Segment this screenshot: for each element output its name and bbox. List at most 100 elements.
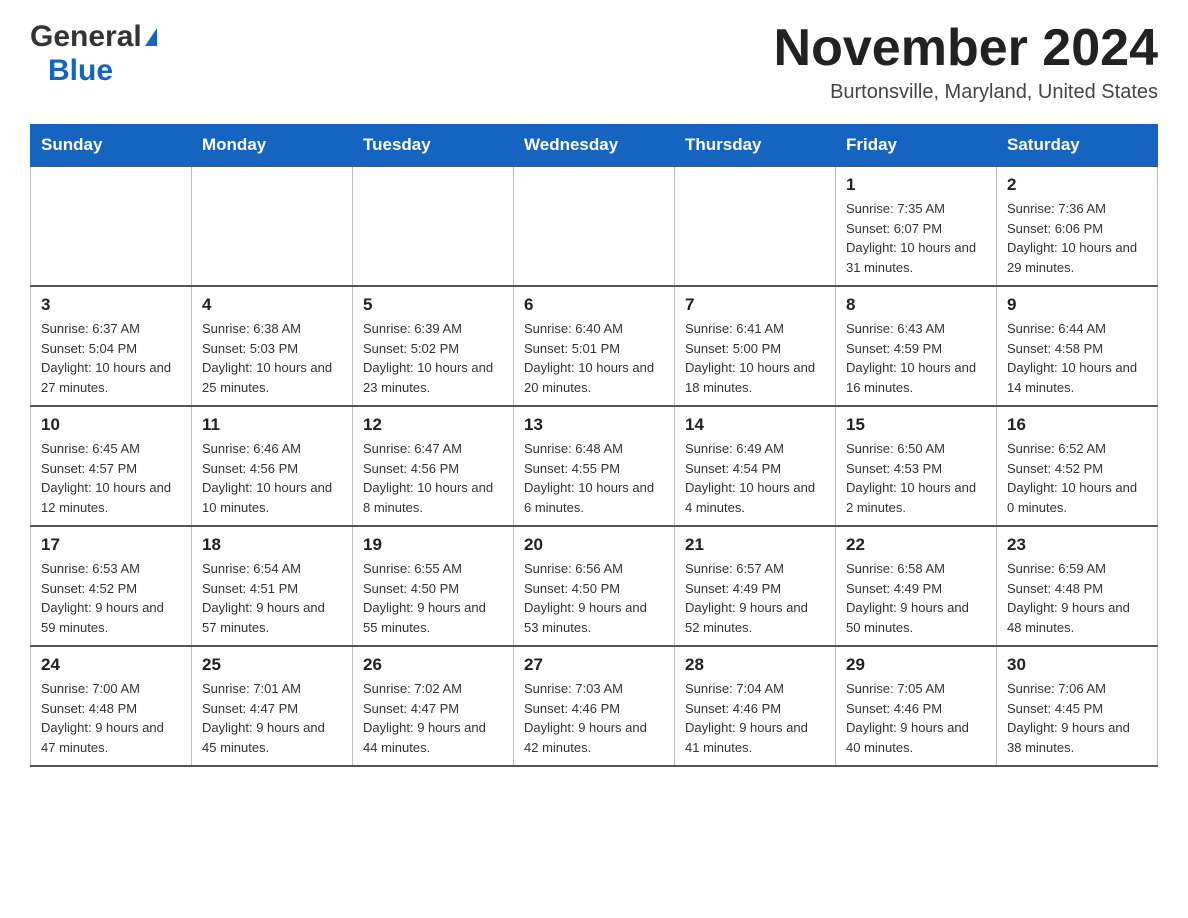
day-info: Sunrise: 6:54 AMSunset: 4:51 PMDaylight:… (202, 559, 342, 637)
day-number: 7 (685, 295, 825, 315)
title-section: November 2024 Burtonsville, Maryland, Un… (774, 20, 1158, 104)
calendar-week-row: 17Sunrise: 6:53 AMSunset: 4:52 PMDayligh… (31, 526, 1158, 646)
calendar-day-cell: 24Sunrise: 7:00 AMSunset: 4:48 PMDayligh… (31, 646, 192, 766)
logo: General Blue (30, 20, 157, 88)
calendar-day-header: Friday (836, 125, 997, 167)
calendar-day-cell: 23Sunrise: 6:59 AMSunset: 4:48 PMDayligh… (997, 526, 1158, 646)
day-number: 19 (363, 535, 503, 555)
page-header: General Blue November 2024 Burtonsville,… (30, 20, 1158, 104)
calendar-day-cell: 8Sunrise: 6:43 AMSunset: 4:59 PMDaylight… (836, 286, 997, 406)
day-info: Sunrise: 7:01 AMSunset: 4:47 PMDaylight:… (202, 679, 342, 757)
day-info: Sunrise: 6:58 AMSunset: 4:49 PMDaylight:… (846, 559, 986, 637)
day-info: Sunrise: 6:40 AMSunset: 5:01 PMDaylight:… (524, 319, 664, 397)
logo-general-text: General (30, 20, 142, 54)
day-number: 26 (363, 655, 503, 675)
calendar-day-cell: 27Sunrise: 7:03 AMSunset: 4:46 PMDayligh… (514, 646, 675, 766)
calendar-table: SundayMondayTuesdayWednesdayThursdayFrid… (30, 124, 1158, 767)
calendar-day-header: Saturday (997, 125, 1158, 167)
calendar-day-header: Wednesday (514, 125, 675, 167)
day-info: Sunrise: 6:44 AMSunset: 4:58 PMDaylight:… (1007, 319, 1147, 397)
calendar-week-row: 3Sunrise: 6:37 AMSunset: 5:04 PMDaylight… (31, 286, 1158, 406)
day-info: Sunrise: 6:49 AMSunset: 4:54 PMDaylight:… (685, 439, 825, 517)
calendar-week-row: 10 Sunrise: 6:45 AMSunset: 4:57 PMDayligh… (31, 406, 1158, 526)
calendar-day-cell (675, 166, 836, 286)
day-number: 25 (202, 655, 342, 675)
day-info: Sunrise: 6:39 AMSunset: 5:02 PMDaylight:… (363, 319, 503, 397)
day-number: 13 (524, 415, 664, 435)
calendar-day-cell: 7 Sunrise: 6:41 AMSunset: 5:00 PMDaylight… (675, 286, 836, 406)
calendar-day-cell (31, 166, 192, 286)
logo-blue-text: Blue (48, 54, 157, 88)
calendar-day-cell: 29Sunrise: 7:05 AMSunset: 4:46 PMDayligh… (836, 646, 997, 766)
calendar-week-row: 1 Sunrise: 7:35 AMSunset: 6:07 PMDaylight… (31, 166, 1158, 286)
day-number: 1 (846, 175, 986, 195)
calendar-day-cell (192, 166, 353, 286)
day-info: Sunrise: 6:52 AMSunset: 4:52 PMDaylight:… (1007, 439, 1147, 517)
calendar-day-cell: 4 Sunrise: 6:38 AMSunset: 5:03 PMDaylight… (192, 286, 353, 406)
calendar-day-cell: 11 Sunrise: 6:46 AMSunset: 4:56 PMDayligh… (192, 406, 353, 526)
day-number: 30 (1007, 655, 1147, 675)
calendar-day-cell: 26 Sunrise: 7:02 AMSunset: 4:47 PMDayligh… (353, 646, 514, 766)
day-info: Sunrise: 7:05 AMSunset: 4:46 PMDaylight:… (846, 679, 986, 757)
month-title: November 2024 (774, 20, 1158, 77)
day-number: 4 (202, 295, 342, 315)
calendar-day-cell: 28 Sunrise: 7:04 AMSunset: 4:46 PMDayligh… (675, 646, 836, 766)
calendar-day-cell: 14Sunrise: 6:49 AMSunset: 4:54 PMDayligh… (675, 406, 836, 526)
day-info: Sunrise: 6:46 AMSunset: 4:56 PMDaylight:… (202, 439, 342, 517)
day-number: 16 (1007, 415, 1147, 435)
calendar-header-row: SundayMondayTuesdayWednesdayThursdayFrid… (31, 125, 1158, 167)
day-number: 28 (685, 655, 825, 675)
calendar-day-cell: 22 Sunrise: 6:58 AMSunset: 4:49 PMDayligh… (836, 526, 997, 646)
day-info: Sunrise: 7:04 AMSunset: 4:46 PMDaylight:… (685, 679, 825, 757)
calendar-day-cell: 17Sunrise: 6:53 AMSunset: 4:52 PMDayligh… (31, 526, 192, 646)
day-info: Sunrise: 6:41 AMSunset: 5:00 PMDaylight:… (685, 319, 825, 397)
calendar-day-cell: 30 Sunrise: 7:06 AMSunset: 4:45 PMDayligh… (997, 646, 1158, 766)
calendar-day-header: Tuesday (353, 125, 514, 167)
calendar-day-cell: 10 Sunrise: 6:45 AMSunset: 4:57 PMDayligh… (31, 406, 192, 526)
logo-arrow-icon (145, 28, 157, 46)
day-number: 10 (41, 415, 181, 435)
day-number: 22 (846, 535, 986, 555)
day-number: 9 (1007, 295, 1147, 315)
day-info: Sunrise: 7:03 AMSunset: 4:46 PMDaylight:… (524, 679, 664, 757)
day-number: 11 (202, 415, 342, 435)
calendar-day-header: Thursday (675, 125, 836, 167)
day-info: Sunrise: 7:35 AMSunset: 6:07 PMDaylight:… (846, 199, 986, 277)
calendar-day-cell: 19Sunrise: 6:55 AMSunset: 4:50 PMDayligh… (353, 526, 514, 646)
calendar-week-row: 24Sunrise: 7:00 AMSunset: 4:48 PMDayligh… (31, 646, 1158, 766)
day-info: Sunrise: 7:00 AMSunset: 4:48 PMDaylight:… (41, 679, 181, 757)
calendar-day-cell: 2Sunrise: 7:36 AMSunset: 6:06 PMDaylight… (997, 166, 1158, 286)
day-info: Sunrise: 6:48 AMSunset: 4:55 PMDaylight:… (524, 439, 664, 517)
day-number: 18 (202, 535, 342, 555)
calendar-day-cell (353, 166, 514, 286)
calendar-day-cell: 18 Sunrise: 6:54 AMSunset: 4:51 PMDayligh… (192, 526, 353, 646)
day-info: Sunrise: 7:02 AMSunset: 4:47 PMDaylight:… (363, 679, 503, 757)
day-info: Sunrise: 6:53 AMSunset: 4:52 PMDaylight:… (41, 559, 181, 637)
day-info: Sunrise: 6:56 AMSunset: 4:50 PMDaylight:… (524, 559, 664, 637)
calendar-day-cell: 13 Sunrise: 6:48 AMSunset: 4:55 PMDayligh… (514, 406, 675, 526)
day-number: 6 (524, 295, 664, 315)
day-info: Sunrise: 6:57 AMSunset: 4:49 PMDaylight:… (685, 559, 825, 637)
calendar-day-cell: 16 Sunrise: 6:52 AMSunset: 4:52 PMDayligh… (997, 406, 1158, 526)
location-text: Burtonsville, Maryland, United States (774, 81, 1158, 104)
day-info: Sunrise: 6:59 AMSunset: 4:48 PMDaylight:… (1007, 559, 1147, 637)
calendar-day-header: Monday (192, 125, 353, 167)
day-number: 8 (846, 295, 986, 315)
day-number: 12 (363, 415, 503, 435)
calendar-day-cell: 25 Sunrise: 7:01 AMSunset: 4:47 PMDayligh… (192, 646, 353, 766)
day-number: 3 (41, 295, 181, 315)
calendar-day-cell: 3Sunrise: 6:37 AMSunset: 5:04 PMDaylight… (31, 286, 192, 406)
day-info: Sunrise: 6:47 AMSunset: 4:56 PMDaylight:… (363, 439, 503, 517)
day-number: 20 (524, 535, 664, 555)
calendar-day-cell (514, 166, 675, 286)
calendar-day-cell: 5 Sunrise: 6:39 AMSunset: 5:02 PMDaylight… (353, 286, 514, 406)
day-number: 5 (363, 295, 503, 315)
day-info: Sunrise: 7:06 AMSunset: 4:45 PMDaylight:… (1007, 679, 1147, 757)
day-number: 15 (846, 415, 986, 435)
day-number: 21 (685, 535, 825, 555)
calendar-day-cell: 15Sunrise: 6:50 AMSunset: 4:53 PMDayligh… (836, 406, 997, 526)
day-info: Sunrise: 6:45 AMSunset: 4:57 PMDaylight:… (41, 439, 181, 517)
calendar-day-cell: 9 Sunrise: 6:44 AMSunset: 4:58 PMDaylight… (997, 286, 1158, 406)
day-info: Sunrise: 6:38 AMSunset: 5:03 PMDaylight:… (202, 319, 342, 397)
day-info: Sunrise: 7:36 AMSunset: 6:06 PMDaylight:… (1007, 199, 1147, 277)
